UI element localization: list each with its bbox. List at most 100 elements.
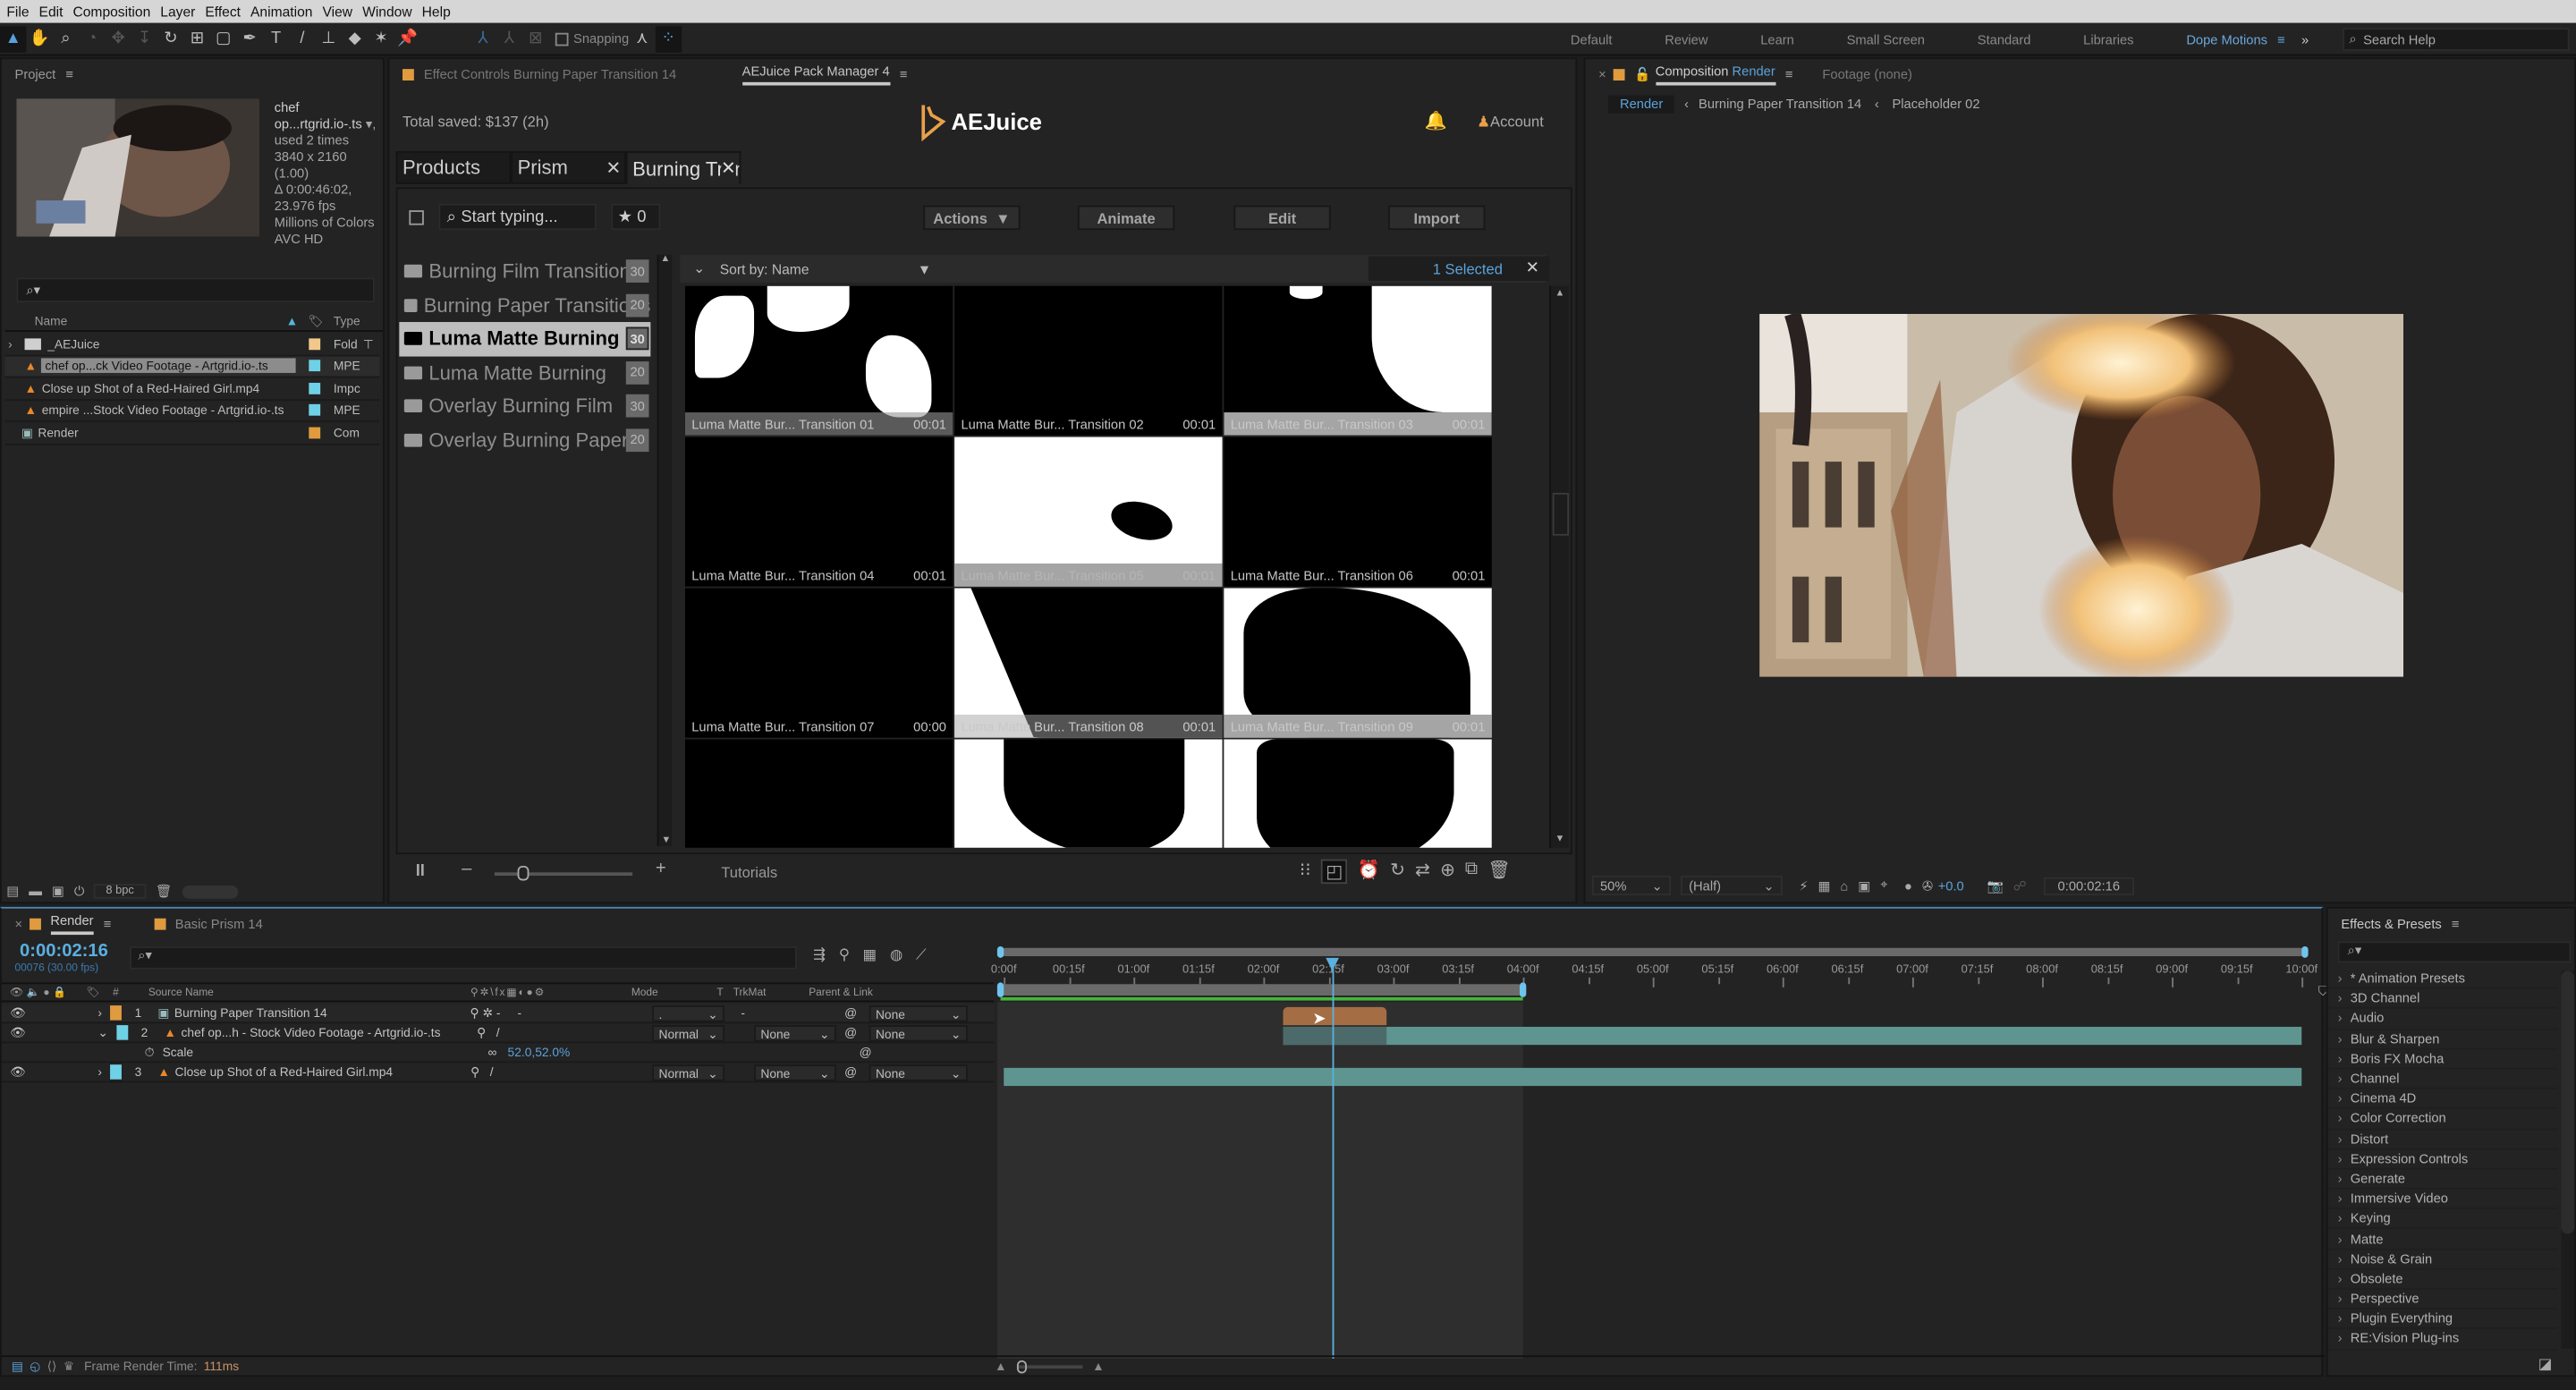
effect-category[interactable]: › Cinema 4D (2327, 1089, 2558, 1110)
preset-thumbnail[interactable]: Luma Matte Bur... Transition 06 00:01 (1224, 436, 1492, 587)
puppet-pin-tool-icon[interactable]: 📌 (394, 25, 420, 51)
panel-menu-icon[interactable]: ≡ (900, 66, 908, 81)
breadcrumb-burning-paper[interactable]: Burning Paper Transition 14 (1699, 96, 1861, 111)
tab-footage[interactable]: Footage (none) (1822, 66, 1911, 81)
sort-ascending-icon[interactable]: ▲ (286, 314, 299, 329)
layer-row[interactable]: 👁 ⌄ 2 ▲ chef op...h - Stock Video Footag… (1, 1023, 995, 1044)
pause-button[interactable]: II (416, 862, 425, 880)
menu-edit[interactable]: Edit (39, 4, 64, 20)
effect-category[interactable]: › Obsolete (2327, 1269, 2558, 1290)
zoom-out-time-icon[interactable]: ▲ (995, 1359, 1007, 1374)
footage-dropdown-icon[interactable]: ▾ (366, 116, 372, 131)
expand-chevron-icon[interactable]: › (97, 1064, 102, 1080)
close-tab-icon[interactable]: ✕ (606, 157, 621, 178)
edit-button[interactable]: Edit (1233, 205, 1331, 231)
pack-folder-item[interactable]: Overlay Burning Film 30 (399, 389, 650, 423)
track-matte-dash[interactable]: - (741, 1005, 745, 1021)
menu-help[interactable]: Help (422, 4, 451, 20)
panel-menu-icon[interactable]: ≡ (104, 916, 112, 931)
show-snapshot-icon[interactable]: ☍ (2013, 878, 2027, 894)
zoom-in-time-icon[interactable]: ▲ (1092, 1359, 1105, 1374)
pick-whip-icon[interactable]: @ (860, 1045, 872, 1060)
zoom-in-button[interactable]: + (656, 860, 666, 879)
render-time-toggle-icon[interactable]: ♛ (64, 1359, 74, 1374)
layer-bar-chef-footage[interactable] (1283, 1026, 2302, 1046)
snapshot-camera-icon[interactable]: 📷 (1987, 878, 2003, 894)
zoom-out-button[interactable]: – (462, 860, 471, 879)
expand-chevron-icon[interactable]: › (2338, 1311, 2343, 1326)
expand-chevron-icon[interactable]: › (2338, 1131, 2343, 1147)
workspace-dope-motions[interactable]: Dope Motions (2186, 32, 2267, 47)
preset-thumbnail[interactable]: Luma Matte Bur... Transition 08 00:01 (954, 588, 1223, 738)
grid-view-icon[interactable]: ⁝⁝ (1300, 860, 1311, 885)
panel-menu-icon[interactable]: ≡ (1785, 66, 1793, 81)
scrollbar-thumb[interactable] (2561, 970, 2575, 1234)
expand-chevron-icon[interactable]: › (2338, 1211, 2343, 1226)
snapping-toggle[interactable]: Snapping (555, 31, 629, 46)
playhead-handle[interactable] (1325, 957, 1339, 971)
sort-dropdown[interactable]: Sort by: Name (720, 260, 809, 276)
workspace-small-screen[interactable]: Small Screen (1847, 32, 1925, 47)
expand-chevron-icon[interactable]: › (8, 336, 24, 352)
parent-dropdown[interactable]: None ⌄ (869, 1064, 968, 1081)
effect-category[interactable]: › Noise & Grain (2327, 1250, 2558, 1270)
effects-scrollbar[interactable] (2561, 970, 2575, 1349)
collapse-chevron-icon[interactable]: ⌄ (97, 1025, 108, 1040)
pack-folder-item[interactable]: Burning Film Transitions 30 (399, 255, 650, 289)
effect-category[interactable]: › Immersive Video (2327, 1190, 2558, 1210)
pack-folder-item[interactable]: Burning Paper Transitions 20 (399, 288, 650, 322)
pack-folder-item[interactable]: Luma Matte Burning 30 (399, 321, 651, 356)
preset-thumbnail[interactable]: Luma Matte Bur... Transition 02 00:01 (954, 285, 1223, 436)
slider-handle[interactable] (517, 865, 530, 881)
project-scrollbar[interactable] (182, 885, 238, 898)
anchor-tool-icon[interactable]: ⊞ (184, 25, 210, 51)
effect-category[interactable]: › Perspective (2327, 1290, 2558, 1310)
local-axis-icon[interactable]: ⅄ (470, 25, 496, 51)
scroll-down-icon[interactable]: ▼ (659, 836, 674, 846)
expand-chevron-icon[interactable]: › (2338, 1111, 2343, 1126)
mask-visibility-icon[interactable]: ⌂ (1840, 878, 1848, 894)
audio-icon[interactable]: 🔈 (27, 986, 40, 999)
notifications-bell-icon[interactable]: 🔔 (1424, 110, 1446, 131)
folder-list-scrollbar[interactable]: ▲ ▼ (657, 254, 674, 846)
expand-chevron-icon[interactable]: › (2338, 1172, 2343, 1187)
layer-row[interactable]: 👁 › 1 ▣ Burning Paper Transition 14 ⚲ ✲ … (1, 1004, 995, 1024)
parent-dropdown[interactable]: None ⌄ (869, 1025, 968, 1042)
effect-category[interactable]: › Matte (2327, 1230, 2558, 1250)
work-area-start-handle[interactable] (996, 982, 1004, 997)
view-axis-icon[interactable]: ⊠ (522, 25, 548, 51)
clone-stamp-tool-icon[interactable]: ⊥ (316, 25, 342, 51)
work-area-bar[interactable] (996, 982, 1527, 997)
eye-icon[interactable]: 👁 (10, 1064, 26, 1080)
expand-chevron-icon[interactable]: › (2338, 1072, 2343, 1087)
track-matte-dropdown[interactable]: None ⌄ (754, 1025, 836, 1042)
menu-window[interactable]: Window (362, 4, 412, 20)
label-color-swatch[interactable] (309, 382, 321, 394)
layer-switches[interactable]: ⚲ / (477, 1025, 638, 1040)
trash-icon[interactable]: 🗑 (156, 884, 173, 899)
eye-icon[interactable]: 👁 (10, 1005, 26, 1021)
effect-category[interactable]: › Channel (2327, 1070, 2558, 1089)
snapping-checkbox[interactable] (555, 31, 569, 46)
preset-thumbnail[interactable]: Luma Matte Bur... Transition 09 00:01 (1224, 588, 1492, 738)
column-type[interactable]: Type (334, 314, 383, 329)
preset-thumbnail[interactable]: Luma Matte Bur... Transition 07 00:00 (684, 588, 953, 738)
layer-name[interactable]: chef op...h - Stock Video Footage - Artg… (182, 1025, 478, 1040)
animate-button[interactable]: Animate (1077, 205, 1175, 231)
sort-dropdown-arrow-icon[interactable]: ▼ (918, 260, 931, 276)
effect-category[interactable]: › Color Correction (2327, 1109, 2558, 1130)
column-source-name[interactable]: Source Name (148, 987, 470, 998)
pack-folder-item[interactable]: Luma Matte Burning 20 (399, 356, 650, 390)
aejuice-search-input[interactable]: ⌕ Start typing... (438, 203, 597, 231)
select-all-checkbox[interactable] (409, 210, 424, 225)
clear-selection-icon[interactable]: ✕ (1526, 259, 1539, 277)
snap-edge-icon[interactable]: ⋏ (629, 25, 655, 51)
thumbnail-size-slider[interactable] (494, 865, 633, 881)
preset-thumbnail[interactable]: Luma Matte Bur... Transition 04 00:01 (684, 436, 953, 587)
duplicate-icon[interactable]: ⧉ (1465, 860, 1478, 885)
layer-bar-red-haired-girl[interactable] (1004, 1067, 2302, 1087)
target-icon[interactable]: ⊕ (1440, 860, 1455, 885)
time-navigator-bar[interactable] (996, 945, 2309, 958)
graph-editor-icon[interactable]: ⟋ (916, 946, 927, 964)
preset-thumbnail[interactable]: Luma Matte Bur... Transition 01 00:01 (684, 285, 953, 436)
